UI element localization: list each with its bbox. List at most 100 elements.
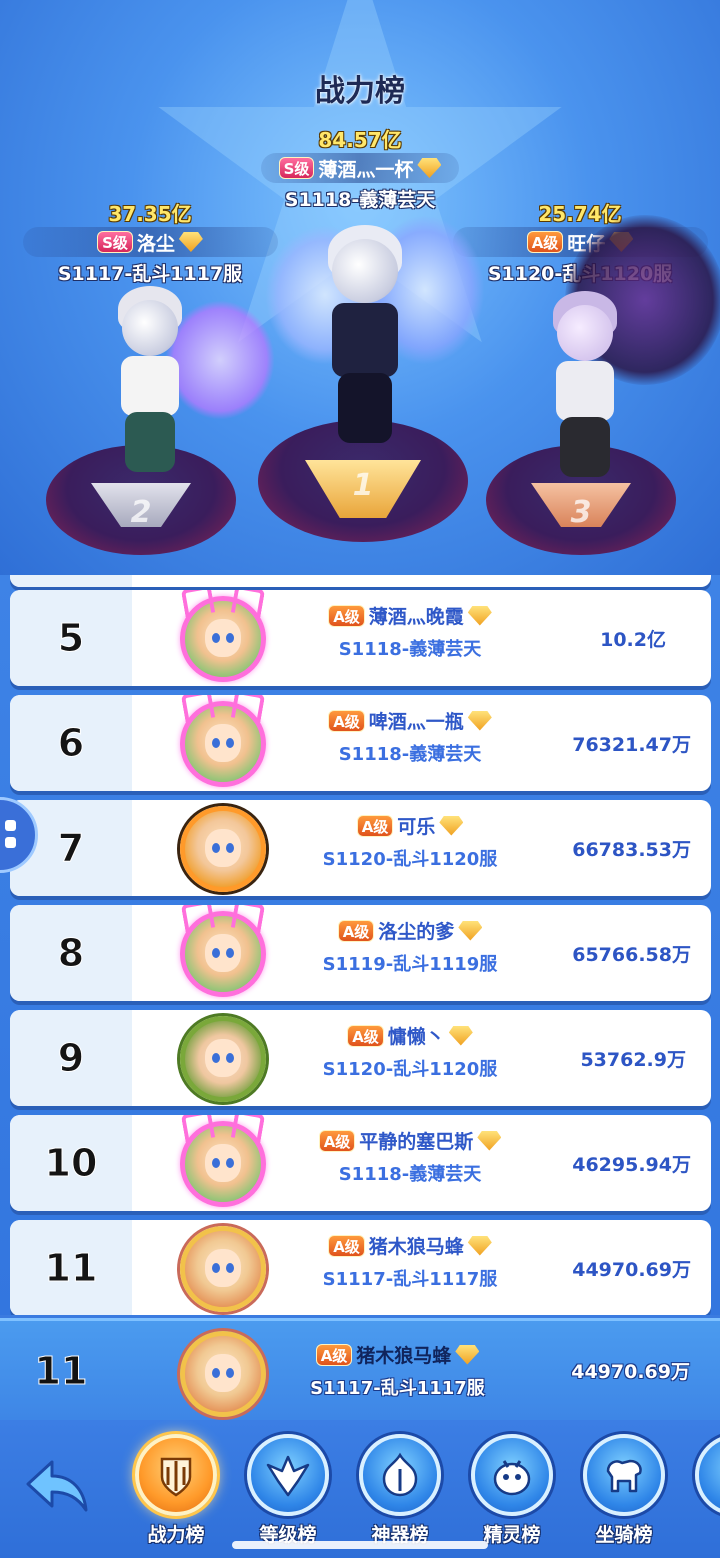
power-value: 66783.53万	[572, 838, 691, 861]
vip-diamond-icon	[467, 710, 492, 731]
grade-badge: A级	[356, 814, 394, 837]
avatar[interactable]	[180, 1121, 266, 1207]
power-value: 65766.58万	[572, 943, 691, 966]
rank-number: 5	[10, 590, 132, 686]
sword-shield-icon	[160, 1457, 192, 1497]
my-player-server: S1117-乱斗1117服	[310, 1378, 485, 1399]
my-rank-number: 11	[34, 1348, 88, 1393]
rank-number: 10	[10, 1115, 132, 1211]
grade-badge: A级	[315, 1343, 353, 1366]
grade-badge: A级	[328, 604, 365, 627]
table-row[interactable]: 10 A级 平静的塞巴斯 S1118-義薄芸天 46295.94万	[10, 1115, 711, 1211]
table-row[interactable]: 6 A级 啤酒灬一瓶 S1118-義薄芸天 76321.47万	[10, 695, 711, 791]
player-name: 可乐	[397, 816, 436, 838]
player-name: 猪木狼马蜂	[368, 1236, 464, 1258]
avatar[interactable]	[180, 1226, 266, 1312]
avatar[interactable]	[180, 911, 266, 997]
player-name: 薄酒灬一杯	[318, 158, 414, 181]
table-row[interactable]: 5 A级 薄酒灬晚霞 S1118-義薄芸天 10.2亿	[10, 590, 711, 686]
tab-label: 战力榜	[147, 1524, 205, 1546]
grade-badge: A级	[347, 1024, 384, 1047]
player-name: 平静的塞巴斯	[359, 1131, 474, 1153]
table-row[interactable]: 9 A级 慵懒丶 S1120-乱斗1120服 53762.9万	[10, 1010, 711, 1106]
podium-name-pill: S级 薄酒灬一杯	[260, 153, 460, 183]
pedestal-number-3-icon: 3	[570, 495, 592, 530]
player-name: 洛尘	[136, 232, 175, 255]
my-player-name: 猪木狼马蜂	[356, 1345, 452, 1367]
spirit-icon	[493, 1460, 531, 1496]
table-row[interactable]: 7 A级 可乐 S1120-乱斗1120服 66783.53万	[10, 800, 711, 896]
grade-badge: A级	[318, 1129, 356, 1152]
avatar[interactable]	[180, 701, 266, 787]
back-arrow-icon[interactable]	[24, 1458, 90, 1514]
player-server: S1117-乱斗1117服	[322, 1269, 498, 1290]
my-avatar[interactable]	[180, 1331, 266, 1417]
tab-mount-ranking[interactable]: 坐骑榜	[574, 1434, 674, 1554]
tab-power-ranking[interactable]: 战力榜	[126, 1434, 226, 1554]
grade-badge: A级	[526, 231, 564, 253]
avatar[interactable]	[180, 806, 266, 892]
pedestal-number-1-icon: 1	[352, 468, 374, 503]
podium-second-info[interactable]: 37.35亿 S级 洛尘 S1117-乱斗1117服	[20, 198, 280, 286]
vip-diamond-icon	[178, 232, 203, 252]
power-value: 46295.94万	[572, 1153, 691, 1176]
avatar[interactable]	[180, 1016, 266, 1102]
rank-number: 6	[10, 695, 132, 791]
power-value: 76321.47万	[572, 733, 691, 756]
vip-diamond-icon	[477, 1130, 502, 1151]
my-rank-bar[interactable]: 11 A级 猪木狼马蜂 S1117-乱斗1117服 44970.69万	[0, 1318, 720, 1420]
player-server: S1120-乱斗1120服	[322, 1059, 498, 1080]
vip-diamond-icon	[439, 815, 464, 836]
tab-spirit-ranking[interactable]: 精灵榜	[462, 1434, 562, 1554]
bottom-nav: 战力榜 等级榜 神器榜 精灵榜 坐骑榜	[0, 1420, 720, 1558]
player-name: 慵懒丶	[387, 1026, 445, 1048]
table-row[interactable]: 11 A级 猪木狼马蜂 S1117-乱斗1117服 44970.69万	[10, 1220, 711, 1315]
mount-icon	[606, 1459, 642, 1493]
home-indicator[interactable]	[232, 1541, 488, 1549]
grade-badge: A级	[328, 709, 365, 732]
tab-label: 坐骑榜	[595, 1524, 653, 1546]
vip-diamond-icon	[467, 1235, 492, 1256]
rank-number: 11	[10, 1220, 132, 1315]
grade-badge: S级	[97, 231, 133, 253]
grade-badge: S级	[278, 157, 315, 179]
grade-badge: A级	[337, 919, 375, 942]
vip-diamond-icon	[458, 920, 483, 941]
podium-power: 37.35亿	[108, 202, 192, 226]
avatar[interactable]	[180, 596, 266, 682]
hero-third-model[interactable]	[505, 215, 720, 495]
podium-name-pill: S级 洛尘	[22, 227, 278, 257]
player-name: 薄酒灬晚霞	[368, 606, 464, 628]
podium-area: 战力榜 84.57亿 S级 薄酒灬一杯 S1118-義薄芸天 37.35亿 S级…	[0, 0, 720, 575]
tab-more-ranking[interactable]: 背	[686, 1434, 720, 1554]
grade-badge: A级	[328, 1234, 365, 1257]
vip-diamond-icon	[448, 1025, 473, 1046]
pedestal-number-2-icon: 2	[130, 495, 152, 530]
tab-level-ranking[interactable]: 等级榜	[238, 1434, 338, 1554]
power-value: 44970.69万	[572, 1258, 691, 1281]
vip-diamond-icon	[467, 605, 492, 626]
table-row[interactable]	[10, 575, 711, 587]
tab-artifact-ranking[interactable]: 神器榜	[350, 1434, 450, 1554]
my-power-value: 44970.69万	[571, 1361, 690, 1383]
player-name: 啤酒灬一瓶	[368, 711, 464, 733]
back-item-icon	[712, 1451, 720, 1499]
power-value: 53762.9万	[580, 1048, 686, 1071]
player-server: S1118-義薄芸天	[338, 639, 482, 660]
podium-power: 84.57亿	[318, 128, 402, 152]
player-server: S1118-義薄芸天	[338, 744, 482, 765]
vip-diamond-icon	[455, 1344, 480, 1365]
player-server: S1120-乱斗1120服	[322, 849, 498, 870]
power-value: 10.2亿	[600, 628, 666, 651]
player-server: S1118-義薄芸天	[338, 1164, 482, 1185]
hero-second-model[interactable]	[70, 280, 275, 490]
table-row[interactable]: 8 A级 洛尘的爹 S1119-乱斗1119服 65766.58万	[10, 905, 711, 1001]
rank-number: 9	[10, 1010, 132, 1106]
rank-number: 8	[10, 905, 132, 1001]
ranking-list[interactable]: 5 A级 薄酒灬晚霞 S1118-義薄芸天 10.2亿 6 A级 啤酒灬一瓶 S11…	[0, 575, 720, 1315]
level-emblem-icon	[266, 1455, 310, 1497]
hero-first-model[interactable]	[265, 205, 485, 465]
page-title: 战力榜	[315, 74, 405, 109]
artifact-icon	[382, 1452, 418, 1497]
player-server: S1119-乱斗1119服	[322, 954, 498, 975]
